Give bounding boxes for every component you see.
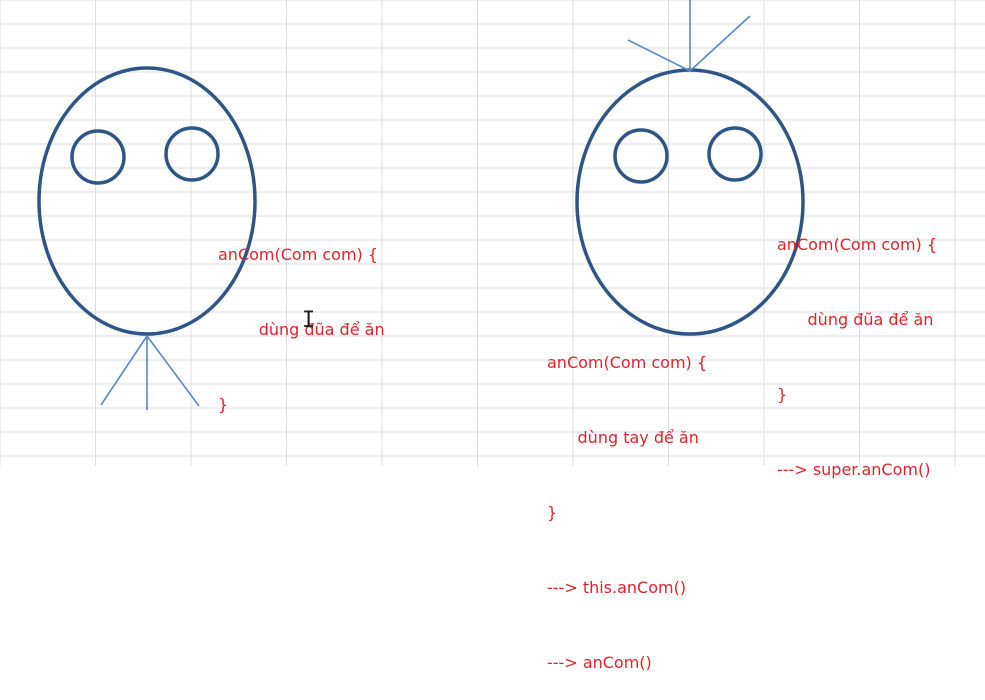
- code-line: anCom(Com com) {: [547, 353, 708, 372]
- code-line: }: [547, 503, 558, 522]
- right-figure: [575, 0, 805, 336]
- left-leg-1: [100, 335, 148, 406]
- right-head: [575, 68, 805, 336]
- right-antenna-3: [689, 15, 751, 72]
- left-leg-3: [146, 335, 200, 407]
- code-line: anCom(Com com) {: [777, 235, 938, 254]
- code-line: dùng tay để ăn: [547, 428, 699, 447]
- right-eye-right: [707, 126, 763, 182]
- code-line: anCom(Com com) {: [218, 245, 379, 264]
- right-eye-left: [613, 128, 669, 184]
- code-line: ---> anCom(): [547, 653, 652, 672]
- left-eye-right: [164, 126, 220, 182]
- text-cursor-icon: I: [302, 308, 316, 333]
- left-eye-left: [70, 129, 126, 185]
- code-line: }: [777, 385, 788, 404]
- code-line: }: [218, 395, 229, 414]
- code-line: dùng đũa để ăn: [777, 310, 934, 329]
- right-child-code-block: anCom(Com com) { dùng tay để ăn } ---> t…: [547, 300, 707, 700]
- code-line: ---> this.anCom(): [547, 578, 687, 597]
- right-parent-code-block: anCom(Com com) { dùng đũa để ăn } ---> s…: [777, 182, 937, 507]
- right-antennae: [627, 0, 751, 72]
- right-antenna-1: [627, 39, 691, 72]
- code-line: ---> super.anCom(): [777, 460, 931, 479]
- left-legs: [100, 335, 200, 410]
